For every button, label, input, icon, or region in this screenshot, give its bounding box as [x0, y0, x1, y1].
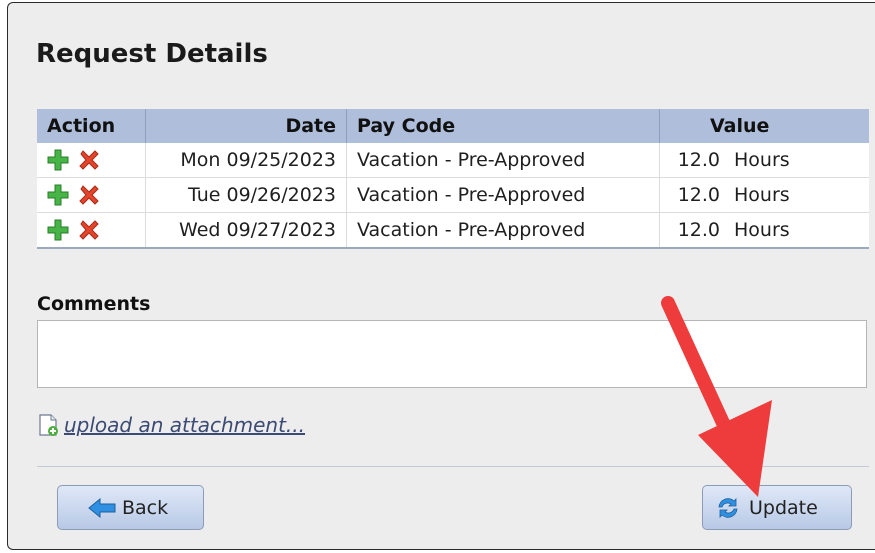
update-button[interactable]: Update	[702, 485, 852, 530]
table-row: Tue 09/26/2023 Vacation - Pre-Approved 1…	[37, 177, 869, 213]
upload-attachment-link[interactable]: upload an attachment...	[64, 413, 305, 437]
header-date: Date	[145, 109, 347, 143]
comments-label: Comments	[37, 293, 151, 315]
delete-x-icon[interactable]	[77, 148, 101, 172]
plus-icon[interactable]	[47, 149, 69, 171]
request-table: Action Date Pay Code Value Mon 09/25/202…	[37, 109, 869, 249]
back-arrow-icon	[88, 497, 116, 518]
pay-code-cell: Vacation - Pre-Approved	[346, 212, 660, 249]
back-button-label: Back	[122, 496, 169, 519]
table-row: Wed 09/27/2023 Vacation - Pre-Approved 1…	[37, 212, 869, 249]
value-amount: 12.0	[677, 219, 720, 241]
header-pay-code: Pay Code	[346, 109, 660, 143]
header-action: Action	[37, 109, 146, 143]
back-button[interactable]: Back	[57, 485, 204, 530]
delete-x-icon[interactable]	[77, 218, 101, 242]
value-cell: 12.0 Hours	[659, 177, 869, 213]
attachment-icon[interactable]	[38, 413, 60, 437]
table-row: Mon 09/25/2023 Vacation - Pre-Approved 1…	[37, 143, 869, 178]
header-value: Value	[659, 109, 869, 143]
delete-x-icon[interactable]	[77, 183, 101, 207]
pay-code-cell: Vacation - Pre-Approved	[346, 177, 660, 213]
value-unit: Hours	[734, 219, 790, 241]
date-cell: Tue 09/26/2023	[145, 177, 347, 213]
action-cell	[37, 177, 146, 213]
table-header-row: Action Date Pay Code Value	[37, 109, 869, 143]
plus-icon[interactable]	[47, 184, 69, 206]
value-cell: 12.0 Hours	[659, 143, 869, 178]
plus-icon[interactable]	[47, 219, 69, 241]
value-amount: 12.0	[677, 149, 720, 171]
pay-code-cell: Vacation - Pre-Approved	[346, 143, 660, 178]
value-cell: 12.0 Hours	[659, 212, 869, 249]
date-cell: Mon 09/25/2023	[145, 143, 347, 178]
upload-attachment: upload an attachment...	[38, 413, 305, 437]
page-title: Request Details	[36, 39, 268, 69]
action-cell	[37, 212, 146, 249]
comments-field[interactable]	[37, 320, 867, 388]
value-unit: Hours	[734, 149, 790, 171]
update-button-label: Update	[749, 496, 818, 519]
value-amount: 12.0	[677, 184, 720, 206]
action-cell	[37, 143, 146, 178]
date-cell: Wed 09/27/2023	[145, 212, 347, 249]
divider	[37, 466, 869, 467]
value-unit: Hours	[734, 184, 790, 206]
request-details-panel: Request Details Action Date Pay Code Val…	[7, 2, 875, 550]
refresh-icon	[718, 497, 738, 518]
